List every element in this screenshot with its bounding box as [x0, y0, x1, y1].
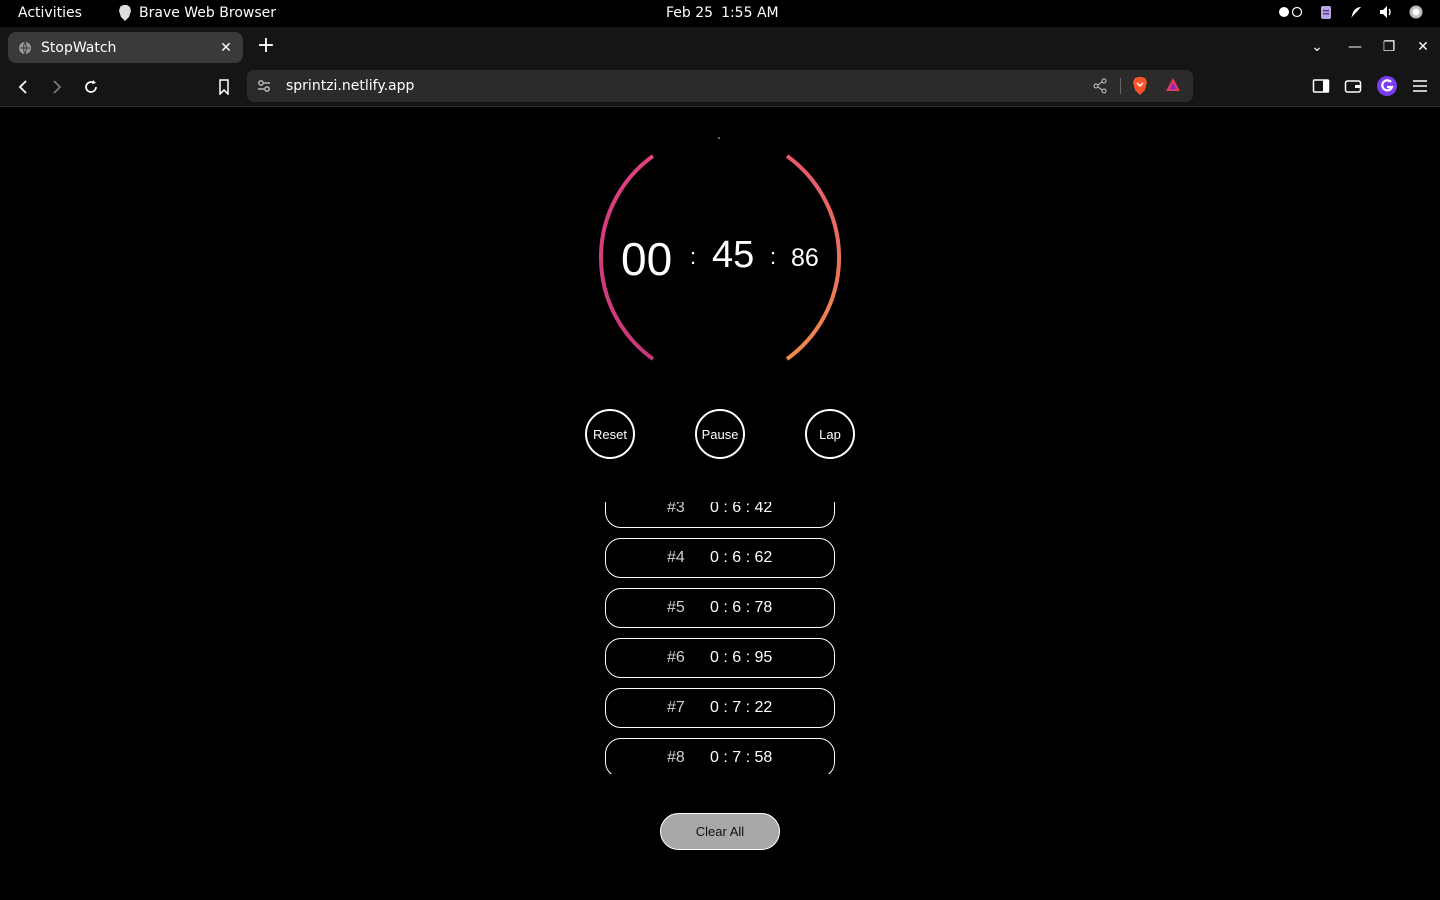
address-bar-divider [1120, 78, 1121, 94]
tab-stopwatch[interactable]: StopWatch ✕ [8, 32, 243, 63]
lap-row: #4 0 : 6 : 62 [605, 538, 835, 578]
bookmark-button[interactable] [212, 75, 236, 99]
lap-number: #5 [667, 599, 685, 616]
share-icon[interactable] [1092, 78, 1108, 94]
feather-icon [1351, 7, 1361, 18]
tab-title: StopWatch [41, 39, 117, 56]
brave-lion-icon [119, 5, 131, 21]
site-settings-icon[interactable] [257, 78, 271, 94]
tab-strip: StopWatch ✕ + ⌄ — ❐ ✕ [0, 27, 1440, 67]
reload-icon [85, 80, 97, 93]
system-top-bar: Activities Brave Web Browser Feb 25 1:55… [0, 0, 1440, 27]
url-text: sprintzi.netlify.app [286, 78, 415, 94]
forward-button[interactable] [45, 75, 69, 99]
lap-number: #7 [667, 699, 685, 716]
lap-number: #6 [667, 649, 685, 666]
reload-button[interactable] [79, 75, 103, 99]
timer-ring-dot [718, 137, 720, 139]
timer-minutes: 00 [621, 233, 673, 285]
lap-row: #8 0 : 7 : 58 [605, 738, 835, 774]
globe-icon [19, 41, 31, 55]
brave-rewards-icon[interactable] [1165, 77, 1181, 93]
tab-search-chevron-icon[interactable]: ⌄ [1300, 39, 1334, 55]
timer-milliseconds: 86 [791, 244, 819, 272]
lap-time: 0 : 7 : 58 [710, 749, 773, 766]
back-arrow-icon [18, 80, 27, 94]
timer-separator-2: : [770, 244, 777, 269]
menu-hamburger-icon[interactable] [1412, 79, 1428, 93]
power-icon [1409, 5, 1423, 19]
lap-time: 0 : 6 : 42 [710, 502, 773, 516]
back-button[interactable] [11, 75, 35, 99]
lap-number: #4 [667, 549, 685, 566]
stopwatch-display: 00 : 45 : 86 [600, 228, 840, 288]
window-controls: ⌄ — ❐ ✕ [1300, 27, 1440, 67]
lap-list[interactable]: #3 0 : 6 : 42 #4 0 : 6 : 62 #5 0 : 6 : 7… [604, 502, 836, 774]
minimize-icon[interactable]: — [1338, 39, 1372, 55]
close-tab-icon[interactable]: ✕ [219, 40, 233, 56]
sidebar-toggle-icon[interactable] [1312, 78, 1330, 94]
timer-separator-1: : [690, 244, 697, 269]
brave-shields-icon[interactable] [1132, 77, 1148, 95]
system-tray[interactable] [1278, 4, 1424, 20]
bookmark-icon [219, 79, 229, 95]
timer-seconds: 45 [712, 234, 755, 276]
lap-number: #8 [667, 749, 685, 766]
lap-time: 0 : 6 : 78 [710, 599, 773, 616]
leo-ai-icon[interactable] [1376, 75, 1398, 97]
lap-row: #6 0 : 6 : 95 [605, 638, 835, 678]
forward-arrow-icon [53, 80, 62, 94]
lap-time: 0 : 6 : 62 [710, 549, 773, 566]
app-name: Brave Web Browser [139, 5, 276, 21]
lap-row: #7 0 : 7 : 22 [605, 688, 835, 728]
clock-date: Feb 25 [666, 5, 714, 21]
lap-row: #3 0 : 6 : 42 [605, 502, 835, 528]
clipboard-icon [1321, 6, 1331, 19]
pause-button[interactable]: Pause [695, 409, 745, 459]
new-tab-button[interactable]: + [254, 35, 278, 59]
close-window-icon[interactable]: ✕ [1406, 39, 1440, 55]
activities-button[interactable]: Activities [18, 5, 82, 21]
wallet-icon[interactable] [1344, 78, 1362, 94]
app-menu[interactable]: Brave Web Browser [118, 5, 276, 21]
browser-toolbar: sprintzi.netlify.app [0, 67, 1440, 107]
toolbar-right-tools [1312, 75, 1428, 97]
clock-time: 1:55 AM [721, 5, 779, 21]
lap-time: 0 : 7 : 22 [710, 699, 773, 716]
clear-all-button[interactable]: Clear All [660, 813, 780, 850]
lap-number: #3 [667, 502, 685, 516]
maximize-icon[interactable]: ❐ [1372, 39, 1406, 55]
reset-button[interactable]: Reset [585, 409, 635, 459]
lap-time: 0 : 6 : 95 [710, 649, 773, 666]
lap-row: #5 0 : 6 : 78 [605, 588, 835, 628]
volume-icon [1380, 6, 1391, 18]
workspace-indicator-icon [1279, 6, 1303, 18]
clock[interactable]: Feb 25 1:55 AM [666, 5, 779, 21]
lap-button[interactable]: Lap [805, 409, 855, 459]
address-bar[interactable]: sprintzi.netlify.app [247, 70, 1193, 102]
